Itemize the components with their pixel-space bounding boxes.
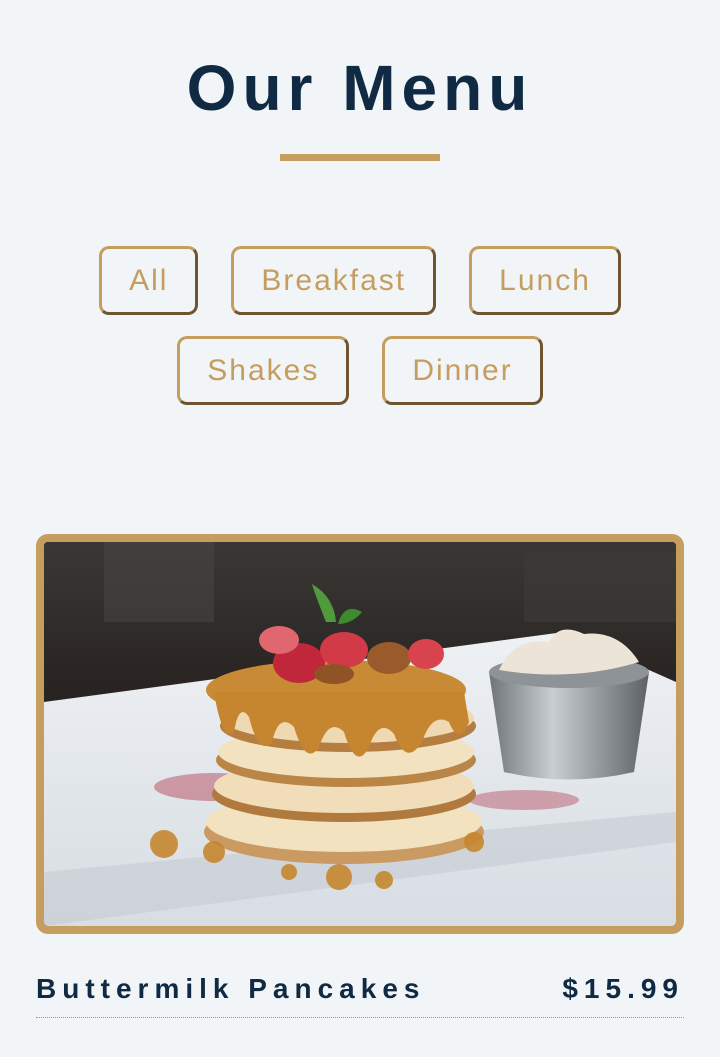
filter-all-button[interactable]: All — [99, 246, 199, 315]
category-filters: All Breakfast Lunch Shakes Dinner — [40, 246, 680, 405]
title-underline — [280, 154, 440, 161]
filter-shakes-button[interactable]: Shakes — [177, 336, 350, 405]
menu-item-price: $15.99 — [562, 972, 684, 1004]
filter-dinner-button[interactable]: Dinner — [382, 336, 543, 405]
page-title: Our Menu — [186, 52, 534, 124]
menu-item-photo — [36, 534, 684, 934]
menu-item-info: Buttermilk Pancakes $15.99 — [36, 960, 684, 1018]
filter-breakfast-button[interactable]: Breakfast — [231, 246, 437, 315]
filter-lunch-button[interactable]: Lunch — [469, 246, 621, 315]
menu-item-name: Buttermilk Pancakes — [36, 972, 426, 1004]
